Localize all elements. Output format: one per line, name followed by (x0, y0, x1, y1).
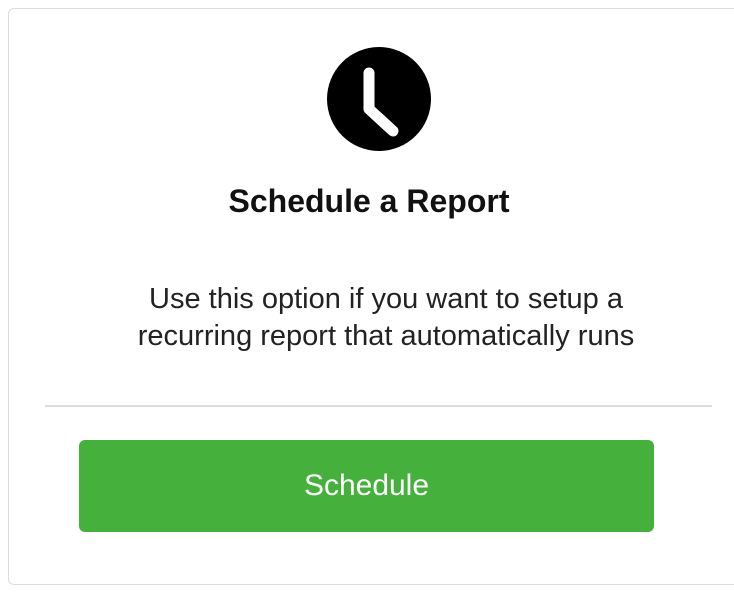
card-description-line-1: Use this option if you want to setup a (149, 283, 623, 315)
clock-icon (327, 47, 431, 151)
card-description: Use this option if you want to setup a r… (9, 281, 734, 355)
card-title: Schedule a Report (228, 183, 510, 219)
schedule-button[interactable]: Schedule (79, 440, 654, 532)
schedule-report-card: Schedule a Report Use this option if you… (8, 8, 734, 585)
divider (45, 405, 712, 407)
card-description-line-2: recurring report that automatically runs (137, 320, 635, 352)
